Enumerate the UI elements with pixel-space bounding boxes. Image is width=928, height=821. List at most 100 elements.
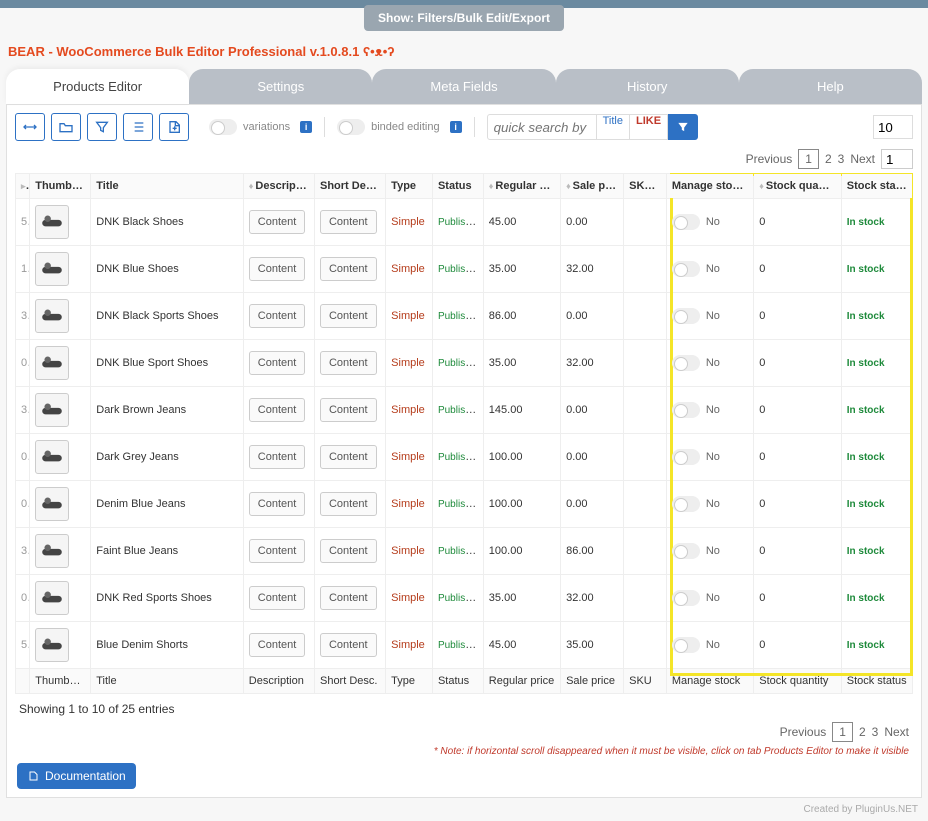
description-button[interactable]: Content [249, 257, 306, 281]
short-desc-button[interactable]: Content [320, 351, 377, 375]
cell-title[interactable]: Denim Blue Jeans [91, 481, 244, 528]
cell-type[interactable]: Simple [391, 357, 425, 369]
col-thumbnail[interactable]: Thumbnail [30, 174, 91, 199]
manage-stock-toggle[interactable] [672, 402, 700, 418]
cell-stock-qty[interactable]: 0 [754, 387, 841, 434]
quick-search-input[interactable] [487, 114, 597, 140]
pager-next[interactable]: Next [850, 152, 875, 166]
info-icon[interactable]: i [655, 180, 666, 192]
filter-icon-button[interactable] [87, 113, 117, 141]
cell-title[interactable]: Faint Blue Jeans [91, 528, 244, 575]
cell-stock-status[interactable]: In stock [847, 640, 885, 651]
description-button[interactable]: Content [249, 398, 306, 422]
cell-status[interactable]: Published [438, 545, 482, 557]
cell-sku[interactable] [624, 528, 667, 575]
search-column-select[interactable]: Title [597, 114, 630, 140]
tab-history[interactable]: History [556, 69, 739, 104]
cell-sale-price[interactable]: 0.00 [561, 293, 624, 340]
list-icon-button[interactable] [123, 113, 153, 141]
cell-sku[interactable] [624, 246, 667, 293]
cell-sale-price[interactable]: 0.00 [561, 481, 624, 528]
cell-sku[interactable] [624, 622, 667, 669]
tab-settings[interactable]: Settings [189, 69, 372, 104]
pager-page-2[interactable]: 2 [825, 152, 832, 166]
cell-sale-price[interactable]: 32.00 [561, 340, 624, 387]
cell-sku[interactable] [624, 434, 667, 481]
binded-editing-toggle[interactable] [337, 119, 365, 135]
row-id[interactable]: 1 [16, 246, 30, 293]
col-checkbox[interactable]: ▸ [16, 174, 30, 199]
cell-sku[interactable] [624, 481, 667, 528]
col-sale-price[interactable]: ♦Sale price [561, 174, 624, 199]
info-icon[interactable]: i [450, 121, 462, 133]
cell-sale-price[interactable]: 0.00 [561, 199, 624, 246]
cell-status[interactable]: Published [438, 639, 482, 651]
cell-stock-qty[interactable]: 0 [754, 340, 841, 387]
cell-stock-qty[interactable]: 0 [754, 622, 841, 669]
cell-stock-status[interactable]: In stock [847, 593, 885, 604]
col-regular-price[interactable]: ♦Regular price [483, 174, 560, 199]
cell-sale-price[interactable]: 86.00 [561, 528, 624, 575]
tab-products-editor[interactable]: Products Editor [6, 69, 189, 104]
cell-status[interactable]: Published [438, 216, 482, 228]
rows-per-page-select[interactable] [873, 115, 913, 139]
manage-stock-toggle[interactable] [672, 449, 700, 465]
cell-title[interactable]: DNK Blue Shoes [91, 246, 244, 293]
documentation-button[interactable]: Documentation [17, 763, 136, 789]
col-description[interactable]: ♦Description [243, 174, 314, 199]
row-id[interactable]: 5 [16, 622, 30, 669]
cell-status[interactable]: Published [438, 310, 482, 322]
cell-type[interactable]: Simple [391, 545, 425, 557]
cell-type[interactable]: Simple [391, 592, 425, 604]
cell-stock-qty[interactable]: 0 [754, 481, 841, 528]
cell-stock-status[interactable]: In stock [847, 452, 885, 463]
cell-stock-status[interactable]: In stock [847, 358, 885, 369]
tab-help[interactable]: Help [739, 69, 922, 104]
cell-sku[interactable] [624, 387, 667, 434]
cell-sale-price[interactable]: 35.00 [561, 622, 624, 669]
cell-title[interactable]: DNK Blue Sport Shoes [91, 340, 244, 387]
cell-title[interactable]: Dark Grey Jeans [91, 434, 244, 481]
cell-type[interactable]: Simple [391, 639, 425, 651]
description-button[interactable]: Content [249, 492, 306, 516]
col-sku[interactable]: SKU i [624, 174, 667, 199]
manage-stock-toggle[interactable] [672, 590, 700, 606]
product-thumbnail[interactable] [35, 393, 69, 427]
cell-type[interactable]: Simple [391, 310, 425, 322]
cell-title[interactable]: Dark Brown Jeans [91, 387, 244, 434]
manage-stock-toggle[interactable] [672, 308, 700, 324]
product-thumbnail[interactable] [35, 346, 69, 380]
cell-stock-status[interactable]: In stock [847, 546, 885, 557]
manage-stock-toggle[interactable] [672, 214, 700, 230]
cell-status[interactable]: Published [438, 592, 482, 604]
row-id[interactable]: 3 [16, 293, 30, 340]
pager-page-3[interactable]: 3 [838, 152, 845, 166]
description-button[interactable]: Content [249, 210, 306, 234]
row-id[interactable]: 0 [16, 434, 30, 481]
description-button[interactable]: Content [249, 633, 306, 657]
cell-sale-price[interactable]: 0.00 [561, 434, 624, 481]
short-desc-button[interactable]: Content [320, 210, 377, 234]
cell-sale-price[interactable]: 32.00 [561, 575, 624, 622]
description-button[interactable]: Content [249, 445, 306, 469]
manage-stock-toggle[interactable] [672, 261, 700, 277]
short-desc-button[interactable]: Content [320, 586, 377, 610]
search-mode-select[interactable]: LIKE [630, 114, 668, 140]
cell-sku[interactable] [624, 340, 667, 387]
cell-title[interactable]: DNK Black Shoes [91, 199, 244, 246]
cell-stock-qty[interactable]: 0 [754, 575, 841, 622]
pager-page-1[interactable]: 1 [798, 149, 819, 169]
description-button[interactable]: Content [249, 351, 306, 375]
tab-meta-fields[interactable]: Meta Fields [372, 69, 555, 104]
row-id[interactable]: 0 [16, 481, 30, 528]
pager-previous[interactable]: Previous [780, 725, 827, 739]
row-id[interactable]: 0 [16, 575, 30, 622]
cell-status[interactable]: Published [438, 498, 482, 510]
short-desc-button[interactable]: Content [320, 257, 377, 281]
cell-regular-price[interactable]: 86.00 [483, 293, 560, 340]
cell-stock-qty[interactable]: 0 [754, 199, 841, 246]
cell-stock-status[interactable]: In stock [847, 217, 885, 228]
row-id[interactable]: 3 [16, 528, 30, 575]
short-desc-button[interactable]: Content [320, 398, 377, 422]
pager-page-input[interactable] [881, 149, 913, 169]
